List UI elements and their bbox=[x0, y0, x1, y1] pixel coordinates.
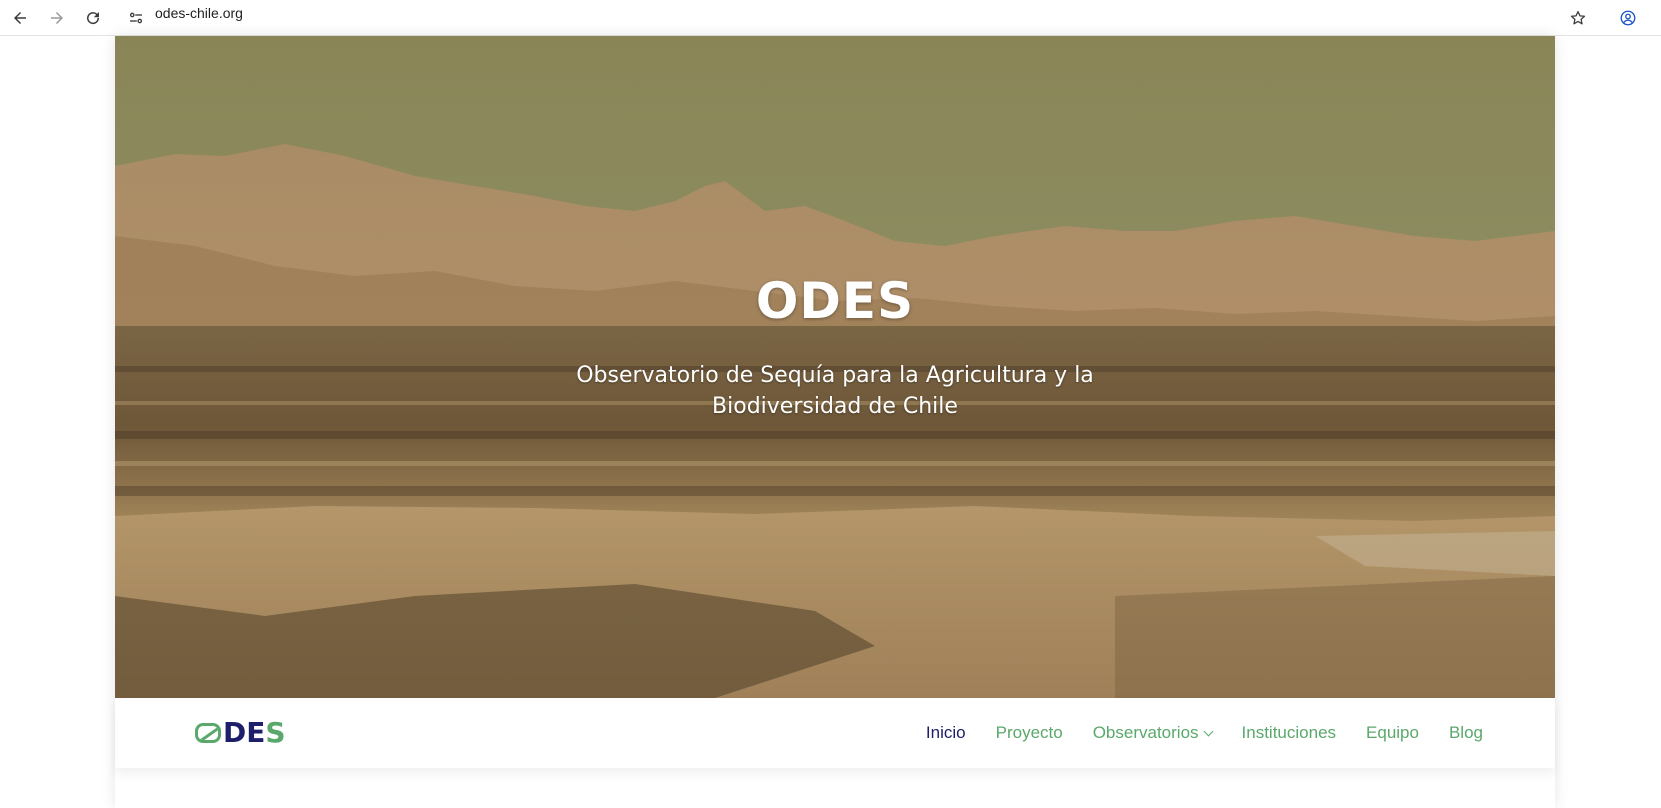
logo-leaf-icon bbox=[195, 723, 221, 743]
odes-logo[interactable]: DES bbox=[195, 719, 286, 747]
page-container: ODES Observatorio de Sequía para la Agri… bbox=[115, 36, 1555, 808]
hero-subtitle: Observatorio de Sequía para la Agricultu… bbox=[115, 360, 1555, 422]
nav-menu: Inicio Proyecto Observatorios Institucio… bbox=[926, 698, 1483, 768]
nav-item-blog[interactable]: Blog bbox=[1449, 723, 1483, 743]
main-navbar: DES Inicio Proyecto Observatorios Instit… bbox=[115, 698, 1555, 768]
back-arrow-icon[interactable] bbox=[6, 4, 34, 32]
nav-item-proyecto[interactable]: Proyecto bbox=[996, 723, 1063, 743]
logo-letter-s: S bbox=[265, 716, 286, 749]
logo-text: DES bbox=[223, 719, 286, 747]
hero-subtitle-line-1: Observatorio de Sequía para la Agricultu… bbox=[576, 363, 1094, 388]
chevron-down-icon bbox=[1203, 726, 1213, 736]
nav-item-inicio[interactable]: Inicio bbox=[926, 723, 966, 743]
profile-icon[interactable] bbox=[1614, 4, 1642, 32]
hero-title: ODES bbox=[755, 272, 915, 330]
nav-item-observatorios-label: Observatorios bbox=[1092, 723, 1199, 742]
forward-arrow-icon[interactable] bbox=[43, 4, 71, 32]
hero-subtitle-line-2: Biodiversidad de Chile bbox=[712, 394, 958, 419]
bookmark-star-icon[interactable] bbox=[1564, 4, 1592, 32]
nav-item-instituciones[interactable]: Instituciones bbox=[1242, 723, 1337, 743]
logo-letter-d: D bbox=[223, 716, 247, 749]
url-bar[interactable]: odes-chile.org bbox=[155, 4, 243, 22]
site-settings-icon[interactable] bbox=[122, 4, 150, 32]
browser-toolbar: odes-chile.org bbox=[0, 0, 1661, 36]
nav-item-equipo[interactable]: Equipo bbox=[1366, 723, 1419, 743]
nav-item-observatorios[interactable]: Observatorios bbox=[1092, 723, 1213, 743]
reload-icon[interactable] bbox=[79, 4, 107, 32]
logo-letter-e: E bbox=[246, 716, 266, 749]
hero-banner: ODES Observatorio de Sequía para la Agri… bbox=[115, 36, 1555, 698]
